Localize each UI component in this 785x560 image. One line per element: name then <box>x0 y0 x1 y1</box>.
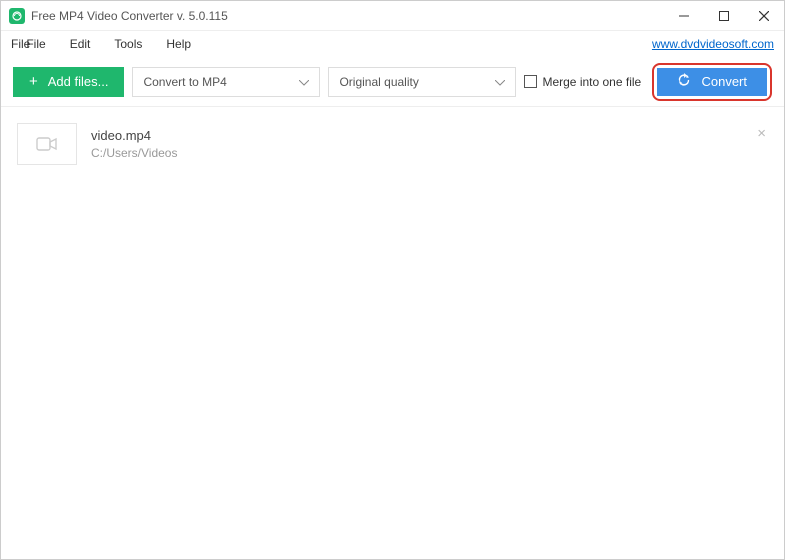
merge-checkbox[interactable] <box>524 75 537 88</box>
merge-checkbox-wrap[interactable]: Merge into one file <box>524 75 641 89</box>
app-icon <box>9 8 25 24</box>
convert-button[interactable]: Convert <box>657 68 767 96</box>
minimize-icon <box>679 11 689 21</box>
toolbar: + Add files... Convert to MP4 Original q… <box>1 57 784 107</box>
plus-icon: + <box>29 74 38 89</box>
file-meta: video.mp4 C:/Users/Videos <box>91 128 177 160</box>
menu-file-real[interactable]: File <box>26 37 45 51</box>
chevron-down-icon <box>299 75 309 89</box>
menubar: File File Edit Tools Help www.dvdvideoso… <box>1 31 784 57</box>
minimize-button[interactable] <box>664 1 704 31</box>
merge-label: Merge into one file <box>542 75 641 89</box>
format-dropdown[interactable]: Convert to MP4 <box>132 67 320 97</box>
window-controls <box>664 1 784 31</box>
file-item[interactable]: video.mp4 C:/Users/Videos × <box>13 117 772 171</box>
close-icon <box>759 11 769 21</box>
chevron-down-icon <box>495 75 505 89</box>
video-thumbnail <box>17 123 77 165</box>
file-path: C:/Users/Videos <box>91 146 177 160</box>
window-title: Free MP4 Video Converter v. 5.0.115 <box>31 9 228 23</box>
camera-icon <box>36 136 58 152</box>
quality-dropdown[interactable]: Original quality <box>328 67 516 97</box>
add-files-button[interactable]: + Add files... <box>13 67 124 97</box>
format-dropdown-value: Convert to MP4 <box>143 75 226 89</box>
convert-highlight: Convert <box>652 63 772 101</box>
convert-label: Convert <box>701 74 747 89</box>
menu-edit[interactable]: Edit <box>70 37 91 51</box>
add-files-label: Add files... <box>48 74 109 89</box>
close-button[interactable] <box>744 1 784 31</box>
remove-file-button[interactable]: × <box>757 125 766 142</box>
refresh-icon <box>677 73 691 90</box>
menu-tools[interactable]: Tools <box>114 37 142 51</box>
file-list: video.mp4 C:/Users/Videos × <box>1 107 784 181</box>
quality-dropdown-value: Original quality <box>339 75 418 89</box>
titlebar: Free MP4 Video Converter v. 5.0.115 <box>1 1 784 31</box>
maximize-icon <box>719 11 729 21</box>
menu-help[interactable]: Help <box>166 37 191 51</box>
maximize-button[interactable] <box>704 1 744 31</box>
file-name: video.mp4 <box>91 128 177 143</box>
website-link[interactable]: www.dvdvideosoft.com <box>652 37 774 51</box>
